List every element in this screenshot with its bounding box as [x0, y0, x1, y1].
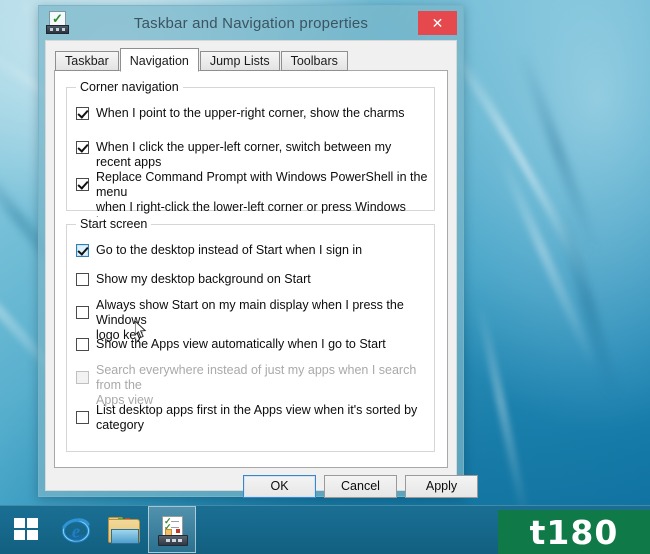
dialog-button-bar: OK Cancel Apply: [46, 472, 478, 498]
start-screen-group: Start screen Go to the desktop instead o…: [66, 217, 435, 452]
ok-button[interactable]: OK: [243, 475, 316, 498]
checkbox-show-charms[interactable]: [76, 107, 89, 120]
windows-logo-icon: [14, 518, 38, 541]
folder-icon: [108, 516, 140, 544]
corner-navigation-group: Corner navigation When I point to the up…: [66, 80, 435, 229]
tab-strip: Taskbar Navigation Jump Lists Toolbars: [55, 48, 349, 72]
checkbox-show-desktop-background[interactable]: [76, 273, 89, 286]
window-title: Taskbar and Navigation properties: [133, 15, 369, 32]
option-show-charms[interactable]: When I point to the upper-right corner, …: [76, 106, 426, 121]
tab-navigation[interactable]: Navigation: [119, 48, 199, 72]
checkbox-show-apps-view-automatically[interactable]: [76, 338, 89, 351]
tab-toolbars[interactable]: Toolbars: [280, 51, 348, 71]
checkbox-replace-command-prompt[interactable]: [76, 178, 89, 191]
tab-jump-lists[interactable]: Jump Lists: [199, 51, 280, 71]
start-screen-group-title: Start screen: [76, 217, 152, 231]
watermark-text: t180: [529, 512, 619, 552]
corner-navigation-group-title: Corner navigation: [76, 80, 183, 94]
apply-button[interactable]: Apply: [405, 475, 478, 498]
option-label: When I point to the upper-right corner, …: [96, 106, 405, 120]
option-label: Go to the desktop instead of Start when …: [96, 243, 363, 257]
close-icon[interactable]: ✕: [418, 11, 457, 35]
tab-taskbar[interactable]: Taskbar: [55, 51, 119, 71]
option-label: List desktop apps first in the Apps view…: [96, 403, 418, 432]
navigation-tab-page: Corner navigation When I point to the up…: [54, 70, 448, 468]
taskbar-properties-icon: ✓: [46, 11, 69, 34]
option-switch-recent-apps[interactable]: When I click the upper-left corner, swit…: [76, 140, 426, 170]
title-bar[interactable]: ✓ Taskbar and Navigation properties ✕: [39, 6, 463, 41]
file-explorer-button[interactable]: [100, 506, 148, 553]
checkbox-switch-recent-apps[interactable]: [76, 141, 89, 154]
option-label: When I click the upper-left corner, swit…: [96, 140, 392, 169]
option-show-apps-view-automatically[interactable]: Show the Apps view automatically when I …: [76, 337, 426, 352]
option-label: Show the Apps view automatically when I …: [96, 337, 386, 351]
dialog-body: Taskbar Navigation Jump Lists Toolbars C…: [45, 40, 478, 498]
option-search-everywhere: Search everywhere instead of just my app…: [76, 363, 428, 408]
svg-text:e: e: [72, 521, 80, 542]
taskbar-properties-icon: ✓ ✓: [157, 515, 188, 546]
internet-explorer-button[interactable]: e: [52, 506, 100, 553]
checkbox-search-everywhere: [76, 371, 89, 384]
cancel-button[interactable]: Cancel: [324, 475, 397, 498]
watermark: t180: [498, 510, 650, 554]
option-show-desktop-background[interactable]: Show my desktop background on Start: [76, 272, 426, 287]
option-go-to-desktop[interactable]: Go to the desktop instead of Start when …: [76, 243, 426, 258]
option-label: Search everywhere instead of just my app…: [96, 363, 417, 407]
option-label: Show my desktop background on Start: [96, 272, 311, 286]
taskbar-navigation-properties-window: ✓ Taskbar and Navigation properties ✕ Ta…: [38, 5, 478, 498]
checkbox-go-to-desktop[interactable]: [76, 244, 89, 257]
checkbox-always-show-start-main-display[interactable]: [76, 306, 89, 319]
start-button[interactable]: [0, 506, 52, 553]
taskbar-properties-button[interactable]: ✓ ✓: [148, 506, 196, 553]
checkbox-list-desktop-apps-first[interactable]: [76, 411, 89, 424]
wallpaper-streak: [475, 303, 531, 521]
option-list-desktop-apps-first[interactable]: List desktop apps first in the Apps view…: [76, 403, 428, 433]
internet-explorer-icon: e: [61, 517, 91, 543]
